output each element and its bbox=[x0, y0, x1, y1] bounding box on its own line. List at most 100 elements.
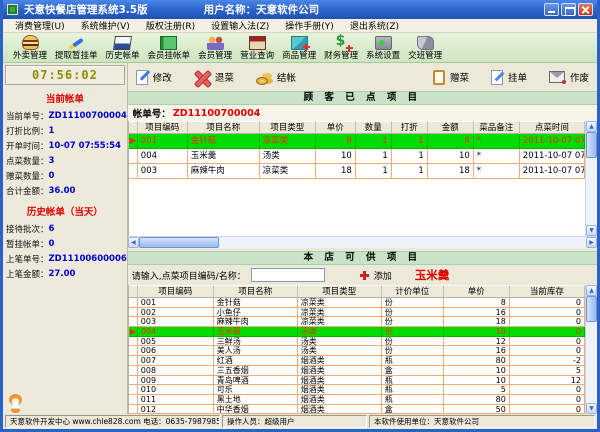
add-plus-icon[interactable] bbox=[360, 271, 369, 280]
table-row[interactable]: 005三鲜汤汤类份120 bbox=[129, 337, 585, 347]
column-header[interactable]: 项目名称 bbox=[214, 285, 298, 298]
hamburger-icon bbox=[22, 35, 39, 50]
toolbar-button-2[interactable]: 提取暂挂单 bbox=[51, 34, 102, 62]
table-row[interactable]: 006美人汤汤类份160 bbox=[129, 346, 585, 356]
column-header[interactable]: 单价 bbox=[444, 285, 510, 298]
table-cell: 0 bbox=[510, 298, 585, 308]
table-cell: 盒 bbox=[382, 405, 444, 414]
table-row[interactable]: 003麻辣牛肉凉菜类份180 bbox=[129, 317, 585, 327]
row-marker bbox=[129, 317, 138, 327]
column-header[interactable]: 项目类型 bbox=[260, 121, 316, 134]
toolbar-button-6[interactable]: 营业查询 bbox=[236, 34, 278, 62]
action-button-label: 作废 bbox=[570, 70, 589, 84]
scroll-thumb[interactable] bbox=[586, 296, 597, 322]
order-input-row: 请输入,点菜项目编码/名称： 添加 玉米羹 bbox=[128, 265, 597, 285]
table-cell: 0 bbox=[510, 317, 585, 327]
table-cell: 1 bbox=[356, 164, 392, 179]
column-header[interactable]: 单价 bbox=[316, 121, 356, 134]
scroll-down-icon[interactable]: ▼ bbox=[586, 403, 597, 414]
table-row[interactable]: 009青岛啤酒烟酒类瓶1012 bbox=[129, 376, 585, 386]
table-row[interactable]: 003麻辣牛肉凉菜类181118*2011-10-07 07:55:56 bbox=[129, 164, 585, 179]
menu-item-4[interactable]: 设置输入法(Z) bbox=[203, 19, 277, 32]
info-field-label: 合计金额： bbox=[6, 185, 49, 197]
action-button-left-3[interactable]: 结帐 bbox=[256, 70, 296, 85]
toolbar-button-3[interactable]: 历史帐单 bbox=[102, 34, 144, 62]
column-header[interactable]: 金额 bbox=[428, 121, 474, 134]
toolbar-button-4[interactable]: 会员挂帐单 bbox=[144, 34, 195, 62]
window-title: 天意快餐店管理系统3.5版 bbox=[24, 2, 148, 17]
table-row[interactable]: 007红酒烟酒类瓶80-2 bbox=[129, 356, 585, 366]
action-button-left-1[interactable]: 修改 bbox=[136, 70, 172, 85]
void-icon bbox=[549, 71, 565, 83]
scroll-up-icon[interactable]: ▲ bbox=[586, 285, 597, 296]
column-header[interactable]: 数量 bbox=[356, 121, 392, 134]
action-button-left-2[interactable]: 退菜 bbox=[194, 70, 234, 85]
scroll-up-icon[interactable]: ▲ bbox=[586, 121, 597, 132]
menu-item-2[interactable]: 系统维护(V) bbox=[73, 19, 138, 32]
close-icon[interactable] bbox=[578, 3, 593, 16]
vertical-scrollbar[interactable]: ▲ ▼ bbox=[585, 121, 597, 236]
table-cell: 12 bbox=[444, 337, 510, 347]
column-header[interactable]: 项目名称 bbox=[188, 121, 260, 134]
table-cell: 1 bbox=[392, 134, 428, 149]
bill-number-value: ZD11100700004 bbox=[173, 108, 261, 119]
handshake-icon bbox=[417, 36, 434, 50]
table-cell: 份 bbox=[382, 317, 444, 327]
action-button-right-2[interactable]: 挂单 bbox=[491, 70, 527, 85]
action-button-right-3[interactable]: 作废 bbox=[549, 70, 589, 84]
action-button-right-1[interactable]: 赠菜 bbox=[433, 70, 469, 85]
menu-item-6[interactable]: 退出系统(Z) bbox=[342, 19, 407, 32]
table-row[interactable]: 012中华香烟烟酒类盒500 bbox=[129, 405, 585, 414]
members-icon bbox=[207, 36, 224, 50]
table-cell: 红酒 bbox=[214, 356, 298, 366]
menu-item-1[interactable]: 消费管理(U) bbox=[7, 19, 73, 32]
row-marker bbox=[129, 308, 138, 318]
column-header[interactable]: 计价单位 bbox=[382, 285, 444, 298]
menu-item-3[interactable]: 版权注册(R) bbox=[138, 19, 203, 32]
current-bill-title: 当前帐单 bbox=[3, 91, 127, 105]
table-row[interactable]: 002小鱼仔凉菜类份160 bbox=[129, 308, 585, 318]
table-row[interactable]: ▶004玉米羹汤类份100 bbox=[129, 327, 585, 337]
table-row[interactable]: 004玉米羹汤类101110*2011-10-07 07:55:56 bbox=[129, 149, 585, 164]
horizontal-scrollbar[interactable]: ◀ ▶ bbox=[128, 236, 597, 248]
scroll-left-icon[interactable]: ◀ bbox=[128, 237, 139, 248]
green-book-icon bbox=[160, 36, 177, 50]
item-code-input[interactable] bbox=[251, 268, 325, 282]
toolbar-button-7[interactable]: 商品管理 bbox=[278, 34, 320, 62]
table-cell: 002 bbox=[138, 308, 214, 318]
ordered-items-table: 项目编码项目名称项目类型单价数量打折金额菜品备注点菜时间▶001金针菇凉菜类81… bbox=[128, 121, 585, 236]
column-header[interactable]: 当前库存 bbox=[510, 285, 585, 298]
column-header[interactable]: 点菜时间 bbox=[520, 121, 585, 134]
add-button[interactable]: 添加 bbox=[374, 269, 392, 282]
toolbar-button-1[interactable]: 外卖管理 bbox=[9, 34, 51, 62]
toolbar-button-5[interactable]: 会员管理 bbox=[194, 34, 236, 62]
column-header[interactable]: 项目编码 bbox=[138, 121, 188, 134]
maximize-icon[interactable] bbox=[561, 3, 576, 16]
table-cell: 可乐 bbox=[214, 385, 298, 395]
table-row[interactable]: 010可乐烟酒类瓶50 bbox=[129, 385, 585, 395]
toolbar-button-8[interactable]: 财务管理 bbox=[320, 34, 362, 62]
column-header[interactable]: 项目类型 bbox=[298, 285, 382, 298]
table-cell: 007 bbox=[138, 356, 214, 366]
mascot-image bbox=[8, 394, 24, 413]
table-row[interactable]: 008三五香烟烟酒类盒105 bbox=[129, 366, 585, 376]
column-header[interactable]: 项目编码 bbox=[138, 285, 214, 298]
scroll-thumb[interactable] bbox=[139, 237, 219, 248]
menu-item-5[interactable]: 操作手册(Y) bbox=[277, 19, 342, 32]
table-row[interactable]: ▶001金针菇凉菜类8118*2011-10-07 07:55:54 bbox=[129, 134, 585, 149]
table-cell: 001 bbox=[138, 134, 188, 149]
toolbar-button-label: 系统设置 bbox=[366, 51, 400, 62]
scroll-thumb[interactable] bbox=[586, 132, 597, 158]
vertical-scrollbar[interactable]: ▲ ▼ bbox=[585, 285, 597, 414]
toolbar-button-9[interactable]: 系统设置 bbox=[362, 34, 404, 62]
table-row[interactable]: 011黑土地烟酒类瓶800 bbox=[129, 395, 585, 405]
toolbar-button-10[interactable]: 交班管理 bbox=[404, 34, 446, 62]
column-header[interactable]: 菜品备注 bbox=[474, 121, 520, 134]
scroll-down-icon[interactable]: ▼ bbox=[586, 225, 597, 236]
column-header[interactable]: 打折 bbox=[392, 121, 428, 134]
minimize-icon[interactable] bbox=[544, 3, 559, 16]
scroll-right-icon[interactable]: ▶ bbox=[586, 237, 597, 248]
info-field: 合计金额：36.00 bbox=[3, 183, 127, 198]
table-cell: 三五香烟 bbox=[214, 366, 298, 376]
table-row[interactable]: 001金针菇凉菜类份80 bbox=[129, 298, 585, 308]
